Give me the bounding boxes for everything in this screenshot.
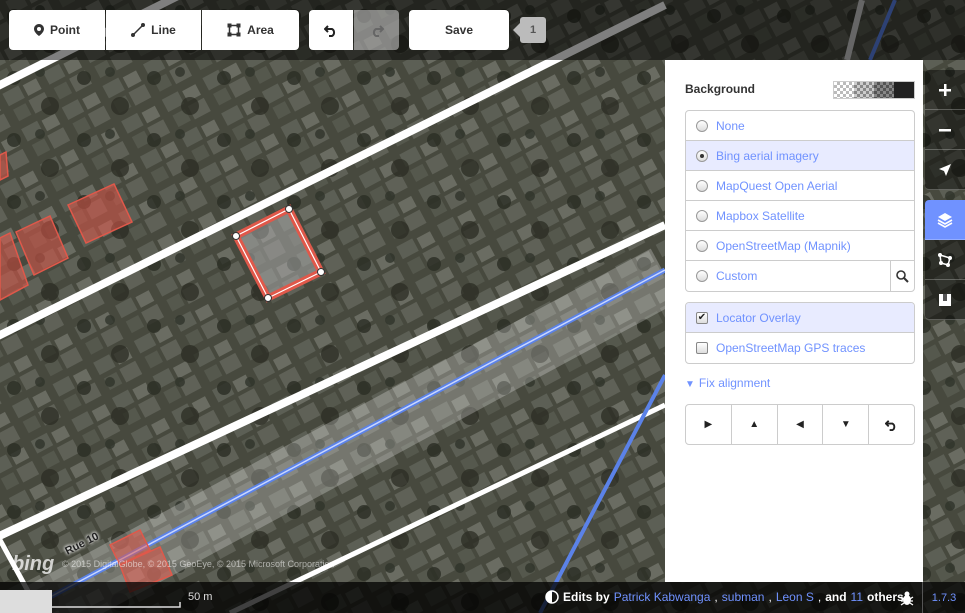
background-source-mapquest[interactable]: MapQuest Open Aerial — [686, 171, 914, 201]
others-count-link[interactable]: 11 — [851, 590, 863, 604]
source-label: MapQuest Open Aerial — [716, 178, 838, 193]
redo-button[interactable] — [354, 10, 399, 50]
user-link[interactable]: subman — [722, 590, 765, 604]
add-line-button[interactable]: Line — [106, 10, 201, 50]
zoom-out-button[interactable] — [925, 110, 965, 150]
reset-alignment-button[interactable] — [869, 405, 914, 444]
footer-bar: 50 m Edits by Patrick Kabwanga, subman, … — [0, 582, 965, 613]
triangle-down-icon: ▼ — [840, 419, 851, 430]
layers-icon — [937, 212, 953, 228]
zoom-in-button[interactable] — [925, 70, 965, 110]
scale-bar — [0, 590, 181, 613]
triangle-up-icon: ▲ — [749, 419, 760, 430]
source-label: None — [716, 118, 745, 133]
opacity-selector[interactable] — [833, 81, 915, 99]
undo-button[interactable] — [309, 10, 353, 50]
overlay-list: ✔ Locator Overlay OpenStreetMap GPS trac… — [685, 302, 915, 364]
edits-attribution: Edits by Patrick Kabwanga, subman, Leon … — [545, 590, 904, 604]
location-arrow-icon — [939, 163, 951, 176]
plus-icon — [939, 83, 951, 96]
save-button[interactable]: Save — [409, 10, 509, 50]
checkbox[interactable] — [696, 342, 708, 354]
checkbox-checked[interactable]: ✔ — [696, 311, 708, 324]
panel-title: Background — [685, 82, 756, 96]
background-source-bing[interactable]: Bing aerial imagery — [686, 141, 914, 171]
area-icon — [227, 23, 241, 37]
background-panel: Background None Bing aerial imagery MapQ… — [665, 60, 923, 582]
user-link[interactable]: Leon S — [776, 590, 814, 604]
opacity-option-1[interactable] — [854, 82, 874, 98]
background-source-custom[interactable]: Custom — [686, 261, 914, 291]
add-point-button[interactable]: Point — [9, 10, 105, 50]
radio-button[interactable] — [696, 179, 708, 192]
alignment-nudge-controls: ▶ ▲ ◀ ▼ — [685, 404, 915, 445]
line-icon — [131, 23, 146, 37]
minus-icon — [939, 128, 951, 131]
reset-icon — [885, 420, 896, 431]
save-count-badge: 1 — [513, 17, 546, 43]
source-label: Custom — [716, 269, 758, 283]
background-source-list: None Bing aerial imagery MapQuest Open A… — [685, 110, 915, 292]
map-data-button[interactable] — [925, 240, 965, 280]
redo-icon — [372, 25, 384, 37]
radio-button[interactable] — [696, 209, 708, 222]
source-label: OpenStreetMap (Mapnik) — [716, 238, 851, 253]
report-bug-button[interactable] — [893, 582, 921, 613]
history-icon — [545, 590, 559, 604]
overlay-label: OpenStreetMap GPS traces — [716, 341, 866, 355]
fix-alignment-toggle[interactable]: ▼ Fix alignment — [685, 376, 770, 390]
edits-by-label: Edits by — [563, 590, 610, 604]
background-settings-button[interactable] — [925, 200, 965, 240]
search-icon — [896, 269, 909, 283]
opacity-option-2[interactable] — [874, 82, 894, 98]
imagery-attribution[interactable]: © 2015 DigitalGlobe, © 2015 GeoEye, © 20… — [62, 559, 335, 569]
nudge-down-button[interactable]: ▼ — [823, 405, 870, 444]
map-data-icon — [938, 252, 952, 267]
scale-label: 50 m — [188, 591, 213, 603]
add-point-label: Point — [50, 23, 80, 37]
radio-button[interactable] — [696, 239, 708, 252]
book-icon — [939, 293, 951, 306]
nudge-left-button[interactable]: ◀ — [778, 405, 824, 444]
save-label: Save — [444, 23, 474, 37]
bug-icon — [900, 591, 914, 606]
user-link[interactable]: Patrick Kabwanga — [614, 590, 711, 604]
triangle-left-icon: ◀ — [796, 419, 804, 430]
triangle-down-icon: ▼ — [685, 379, 695, 390]
background-source-none[interactable]: None — [686, 111, 914, 141]
point-icon — [34, 24, 44, 36]
add-line-label: Line — [151, 23, 176, 37]
nudge-up-button[interactable]: ▲ — [732, 405, 778, 444]
triangle-right-icon: ▶ — [704, 419, 713, 430]
opacity-option-0[interactable] — [834, 82, 854, 98]
radio-button[interactable] — [696, 270, 708, 282]
version-link[interactable]: 1.7.3 — [922, 582, 965, 613]
background-source-mapbox[interactable]: Mapbox Satellite — [686, 201, 914, 231]
source-label: Bing aerial imagery — [716, 148, 819, 163]
undo-icon — [324, 25, 336, 37]
add-area-label: Area — [247, 23, 274, 37]
opacity-option-3[interactable] — [894, 82, 914, 98]
add-area-button[interactable]: Area — [202, 10, 299, 50]
overlay-label: Locator Overlay — [716, 310, 801, 325]
source-label: Mapbox Satellite — [716, 208, 805, 223]
fix-alignment-label: Fix alignment — [698, 376, 771, 390]
overlay-gps-traces[interactable]: OpenStreetMap GPS traces — [686, 333, 914, 363]
bing-logo: bing — [12, 553, 55, 575]
nudge-right-button[interactable]: ▶ — [686, 405, 732, 444]
help-button[interactable] — [925, 280, 965, 320]
geolocate-button[interactable] — [925, 150, 965, 190]
radio-button[interactable] — [696, 119, 708, 132]
radio-button-selected[interactable] — [696, 149, 708, 162]
overlay-locator[interactable]: ✔ Locator Overlay — [686, 303, 914, 333]
and-label: and — [825, 590, 847, 604]
custom-source-search-button[interactable] — [890, 261, 914, 291]
background-source-mapnik[interactable]: OpenStreetMap (Mapnik) — [686, 231, 914, 261]
